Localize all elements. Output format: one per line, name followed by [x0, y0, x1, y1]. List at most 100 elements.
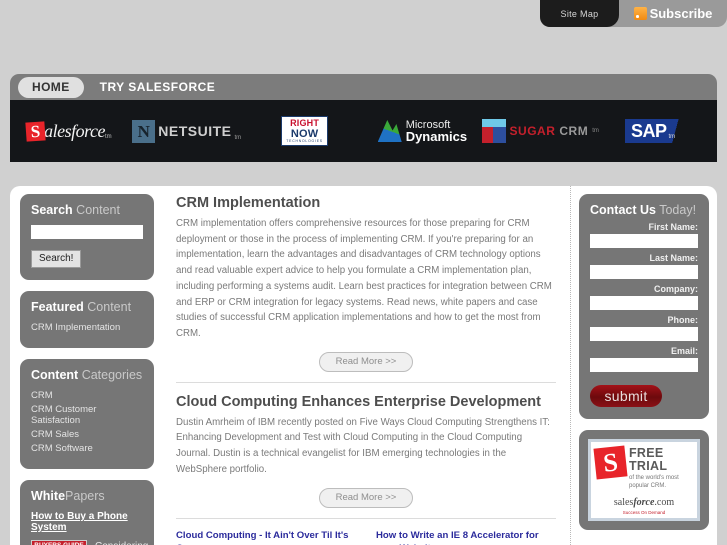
right-rail: Contact Us Today! First Name: Last Name:…: [571, 186, 717, 545]
sidebar-item-crm-software[interactable]: CRM Software: [31, 443, 143, 454]
nav-item-label: TRY SALESFORCE: [99, 80, 216, 94]
main-content: CRM Implementation CRM implementation of…: [162, 186, 571, 545]
whitepaper-description: Considering a new phone system for your: [95, 540, 148, 545]
netsuite-mark: N: [132, 119, 156, 143]
content-categories-box: Content Categories CRM CRM Customer Sati…: [20, 359, 154, 469]
sugarcrm-tm: tm: [592, 128, 599, 134]
site-map-label: Site Map: [560, 8, 599, 19]
contact-us-form: Contact Us Today! First Name: Last Name:…: [579, 194, 709, 419]
rss-icon: [633, 7, 647, 20]
sugarcrm-word2: CRM: [559, 124, 589, 138]
ad-brand-force: force: [633, 497, 655, 509]
contact-form-title: Contact Us Today!: [590, 203, 698, 217]
featured-title-bold: Featured: [31, 300, 84, 314]
whitepaper-thumbnail[interactable]: BUYERS GUIDE VIPNEWS Phone System: [31, 540, 87, 545]
article-title: Cloud Computing Enhances Enterprise Deve…: [176, 393, 541, 410]
read-more-button[interactable]: Read More >>: [318, 487, 414, 508]
article-body: Dustin Amrheim of IBM recently posted on…: [176, 416, 550, 475]
email-field[interactable]: [590, 358, 698, 372]
sidebar: Search Content Search! Featured Content …: [10, 186, 162, 545]
first-name-label: First Name:: [648, 222, 698, 232]
whitepaper-link[interactable]: How to Buy a Phone System: [31, 511, 143, 533]
rightnow-line3: TECHNOLOGIES: [286, 139, 323, 144]
contact-title-bold: Contact Us: [590, 203, 656, 217]
logo-microsoft-dynamics[interactable]: Microsoft Dynamics: [363, 100, 481, 162]
teaser-row: Cloud Computing - It Ain't Over Til It's…: [176, 530, 556, 545]
email-label: Email:: [670, 346, 698, 356]
whitepapers-title-light: Papers: [65, 489, 105, 503]
logo-salesforce[interactable]: S alesforce tm: [10, 100, 128, 162]
logo-netsuite[interactable]: N NETSUITE tm: [128, 100, 246, 162]
sidebar-item-crm-sales[interactable]: CRM Sales: [31, 429, 143, 440]
article-title: CRM Implementation: [176, 195, 321, 211]
ad-brand-sales: sales: [613, 497, 634, 509]
ad-subtext: of the world's most popular CRM.: [629, 475, 679, 489]
top-utility-bar: Site Map Subscribe: [540, 0, 727, 27]
logo-sap[interactable]: SAP tm: [599, 100, 717, 162]
categories-title-bold: Content: [31, 368, 79, 382]
search-title-light: Content: [72, 203, 120, 217]
nav-home-label: HOME: [32, 79, 70, 94]
first-name-field[interactable]: [590, 234, 698, 248]
submit-button[interactable]: submit: [590, 385, 662, 407]
last-name-label: Last Name:: [649, 253, 698, 263]
sidebar-item-crm-customer-satisfaction[interactable]: CRM Customer Satisfaction: [31, 404, 143, 426]
whitepapers-box-title: WhitePapers: [31, 489, 143, 503]
featured-box-title: Featured Content: [31, 300, 143, 314]
featured-content-box: Featured Content CRM Implementation: [20, 291, 154, 348]
free-trial-ad[interactable]: S FREE TRIAL of the world's most popular…: [579, 430, 709, 531]
ad-tagline: Success On Demand: [622, 510, 666, 516]
sugarcrm-cube-icon: [481, 119, 506, 143]
last-name-field[interactable]: [590, 265, 698, 279]
salesforce-cloud-icon: S: [593, 445, 628, 480]
subscribe-label: Subscribe: [649, 6, 713, 21]
phone-label: Phone:: [667, 315, 699, 325]
sidebar-item-crm[interactable]: CRM: [31, 390, 143, 401]
sidebar-item-crm-implementation[interactable]: CRM Implementation: [31, 322, 143, 333]
content-panel: Search Content Search! Featured Content …: [10, 186, 717, 545]
ad-brand-com: .com: [654, 497, 675, 509]
teaser-cloud-computing: Cloud Computing - It Ain't Over Til It's…: [176, 530, 366, 545]
company-label: Company:: [653, 284, 698, 294]
ad-line-trial: TRIAL: [629, 459, 668, 474]
article-cloud-computing: Cloud Computing Enhances Enterprise Deve…: [176, 394, 556, 519]
phone-field[interactable]: [590, 327, 698, 341]
thumb-band-buyers-guide: BUYERS GUIDE: [32, 541, 86, 545]
categories-box-title: Content Categories: [31, 368, 143, 382]
search-button[interactable]: Search!: [31, 250, 82, 268]
categories-title-light: Categories: [78, 368, 143, 382]
sap-tm: tm: [668, 134, 676, 140]
nav-item-try-salesforce[interactable]: TRY SALESFORCE: [100, 80, 216, 94]
teaser-ie8-accelerator: How to Write an IE 8 Accelerator for you…: [366, 530, 556, 545]
teaser-title[interactable]: Cloud Computing - It Ain't Over Til It's…: [176, 530, 352, 545]
search-input[interactable]: [31, 225, 143, 239]
whitepapers-title-bold: White: [31, 489, 66, 503]
article-crm-implementation: CRM Implementation CRM implementation of…: [176, 195, 556, 383]
salesforce-tm: tm: [104, 133, 112, 140]
read-more-button[interactable]: Read More >>: [318, 351, 414, 372]
company-field[interactable]: [590, 296, 698, 310]
search-title-bold: Search: [31, 203, 73, 217]
whitepapers-box: WhitePapers How to Buy a Phone System BU…: [20, 480, 154, 545]
article-body: CRM implementation offers comprehensive …: [176, 218, 552, 340]
netsuite-tm: tm: [234, 134, 242, 141]
dynamics-line2: Dynamics: [405, 128, 468, 144]
nav-item-home[interactable]: HOME: [18, 76, 84, 98]
logo-sugarcrm[interactable]: SUGAR CRM tm: [481, 100, 599, 162]
partner-logo-strip: S alesforce tm N NETSUITE tm RIGHT NOW T…: [10, 100, 717, 162]
subscribe-link[interactable]: Subscribe: [619, 0, 727, 27]
netsuite-wordmark: NETSUITE: [158, 123, 232, 139]
dynamics-swoosh-icon: [377, 120, 402, 142]
main-navigation: HOME TRY SALESFORCE: [10, 74, 717, 100]
search-box-title: Search Content: [31, 203, 143, 217]
contact-title-light: Today!: [655, 203, 697, 217]
salesforce-mark: S: [25, 121, 46, 142]
logo-rightnow[interactable]: RIGHT NOW TECHNOLOGIES: [246, 100, 364, 162]
teaser-title[interactable]: How to Write an IE 8 Accelerator for you…: [376, 530, 556, 545]
sugarcrm-word1: SUGAR: [509, 124, 556, 138]
search-content-box: Search Content Search!: [20, 194, 154, 280]
page-root: Site Map Subscribe HOME TRY SALESFORCE S…: [0, 0, 727, 545]
salesforce-wordmark: alesforce: [44, 120, 105, 141]
sap-wordmark: SAP: [630, 121, 667, 141]
site-map-link[interactable]: Site Map: [540, 0, 619, 27]
